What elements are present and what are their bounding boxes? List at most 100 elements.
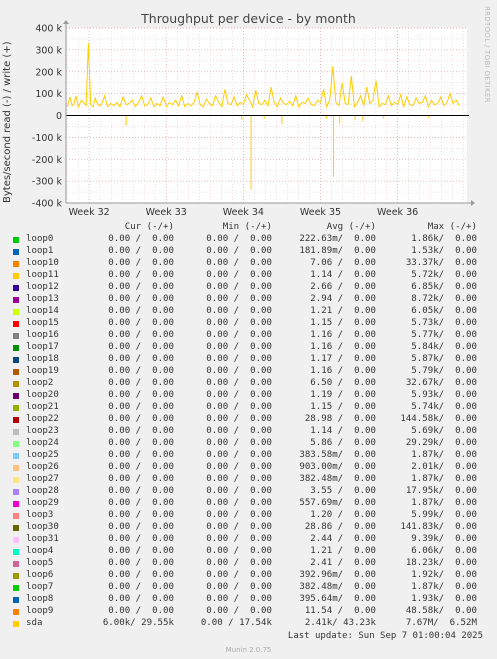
legend-name: loop18 <box>26 354 59 364</box>
legend-swatch <box>13 621 19 627</box>
legend-name: loop19 <box>26 366 59 376</box>
legend-swatch <box>13 393 19 399</box>
legend-cur: 0.00 / 0.00 <box>108 438 174 448</box>
legend-name: loop0 <box>26 234 54 244</box>
legend-min: 0.00 / 0.00 <box>206 522 272 532</box>
legend-cur: 0.00 / 0.00 <box>108 546 174 556</box>
legend-avg: 3.55 / 0.00 <box>310 486 376 496</box>
legend-max: 33.37k/ 0.00 <box>405 258 477 268</box>
legend-row: loop0 0.00 / 0.00 0.00 / 0.00 222.63m/ 0.00… <box>12 234 492 246</box>
legend-name: loop9 <box>26 606 54 616</box>
legend-max: 1.87k/ 0.00 <box>411 474 477 484</box>
legend-row: loop2 0.00 / 0.00 0.00 / 0.00 6.50 / 0.00 32… <box>12 378 492 390</box>
legend-swatch <box>13 261 19 267</box>
header-cur: Cur (-/+) <box>124 222 174 232</box>
y-tick-label: -200 k <box>32 155 63 166</box>
legend-avg: 2.66 / 0.00 <box>310 282 376 292</box>
legend-swatch <box>13 561 19 567</box>
legend-max: 6.85k/ 0.00 <box>411 282 477 292</box>
legend-min: 0.00 / 0.00 <box>206 318 272 328</box>
y-tick-label: 0 <box>56 111 62 122</box>
legend-min: 0.00 / 0.00 <box>206 582 272 592</box>
legend-swatch <box>13 333 19 339</box>
legend-row: loop20 0.00 / 0.00 0.00 / 0.00 1.19 / 0.00 5… <box>12 390 492 402</box>
legend-swatch <box>13 453 19 459</box>
legend-avg: 1.19 / 0.00 <box>310 390 376 400</box>
y-tick-label: 200 k <box>35 67 62 78</box>
throughput-chart: -400 k -300 k -200 k -100 k 0 100 k 200 k 300 k… <box>32 20 475 218</box>
legend-swatch <box>13 321 19 327</box>
legend-swatch <box>13 357 19 363</box>
legend-min: 0.00 / 0.00 <box>206 534 272 544</box>
legend-cur: 0.00 / 0.00 <box>108 354 174 364</box>
legend-avg: 382.48m/ 0.00 <box>299 582 376 592</box>
legend-cur: 0.00 / 0.00 <box>108 366 174 376</box>
legend-swatch <box>13 369 19 375</box>
legend-name: sda <box>26 618 43 628</box>
legend-swatch <box>13 417 19 423</box>
legend-min: 0.00 / 0.00 <box>206 594 272 604</box>
legend-table: Cur (-/+) Min (-/+) Avg (-/+) Max (-/+) … <box>12 222 492 630</box>
legend-avg: 2.94 / 0.00 <box>310 294 376 304</box>
legend-avg: 903.00m/ 0.00 <box>299 462 376 472</box>
y-tick-label: 300 k <box>35 45 62 56</box>
legend-name: loop17 <box>26 342 59 352</box>
legend-min: 0.00 / 0.00 <box>206 558 272 568</box>
legend-min: 0.00 / 0.00 <box>206 426 272 436</box>
legend-cur: 0.00 / 0.00 <box>108 234 174 244</box>
x-tick-label: Week 33 <box>146 207 187 218</box>
legend-cur: 0.00 / 0.00 <box>108 522 174 532</box>
legend-swatch <box>13 573 19 579</box>
x-axis-arrow <box>471 200 475 206</box>
legend-min: 0.00 / 0.00 <box>206 246 272 256</box>
legend-min: 0.00 / 0.00 <box>206 342 272 352</box>
legend-min: 0.00 / 0.00 <box>206 606 272 616</box>
legend-avg: 2.44 / 0.00 <box>310 534 376 544</box>
legend-cur: 0.00 / 0.00 <box>108 402 174 412</box>
legend-avg: 1.15 / 0.00 <box>310 402 376 412</box>
legend-avg: 5.86 / 0.00 <box>310 438 376 448</box>
legend-min: 0.00 / 17.54k <box>200 618 272 628</box>
legend-row: sda 6.00k/ 29.55k 0.00 / 17.54k 2.41k/ 43.2… <box>12 618 492 630</box>
legend-name: loop2 <box>26 378 54 388</box>
legend-name: loop21 <box>26 402 59 412</box>
legend-avg: 28.86 / 0.00 <box>304 522 376 532</box>
y-axis-arrow <box>63 20 69 24</box>
legend-row: loop4 0.00 / 0.00 0.00 / 0.00 1.21 / 0.00 6.… <box>12 546 492 558</box>
legend-row: loop9 0.00 / 0.00 0.00 / 0.00 11.54 / 0.00 4… <box>12 606 492 618</box>
legend-row: loop23 0.00 / 0.00 0.00 / 0.00 1.14 / 0.00 5… <box>12 426 492 438</box>
legend-max: 5.93k/ 0.00 <box>411 390 477 400</box>
legend-row: loop11 0.00 / 0.00 0.00 / 0.00 1.14 / 0.00 5… <box>12 270 492 282</box>
legend-row: loop17 0.00 / 0.00 0.00 / 0.00 1.16 / 0.00 5… <box>12 342 492 354</box>
legend-min: 0.00 / 0.00 <box>206 330 272 340</box>
legend-cur: 0.00 / 0.00 <box>108 498 174 508</box>
legend-cur: 0.00 / 0.00 <box>108 246 174 256</box>
legend-name: loop27 <box>26 474 59 484</box>
legend-swatch <box>13 465 19 471</box>
legend-max: 17.95k/ 0.00 <box>405 486 477 496</box>
legend-min: 0.00 / 0.00 <box>206 438 272 448</box>
legend-swatch <box>13 489 19 495</box>
legend-max: 5.79k/ 0.00 <box>411 366 477 376</box>
legend-avg: 395.64m/ 0.00 <box>299 594 376 604</box>
legend-row: loop18 0.00 / 0.00 0.00 / 0.00 1.17 / 0.00 5… <box>12 354 492 366</box>
legend-cur: 0.00 / 0.00 <box>108 378 174 388</box>
legend-name: loop7 <box>26 582 54 592</box>
legend-row: loop3 0.00 / 0.00 0.00 / 0.00 1.20 / 0.00 5.… <box>12 510 492 522</box>
legend-avg: 392.96m/ 0.00 <box>299 570 376 580</box>
legend-row: loop15 0.00 / 0.00 0.00 / 0.00 1.15 / 0.00 5… <box>12 318 492 330</box>
legend-name: loop12 <box>26 282 59 292</box>
legend-row: loop21 0.00 / 0.00 0.00 / 0.00 1.15 / 0.00 5… <box>12 402 492 414</box>
legend-cur: 0.00 / 0.00 <box>108 342 174 352</box>
legend-max: 1.53k/ 0.00 <box>411 246 477 256</box>
legend-name: loop20 <box>26 390 59 400</box>
legend-avg: 1.14 / 0.00 <box>310 426 376 436</box>
legend-cur: 0.00 / 0.00 <box>108 318 174 328</box>
legend-cur: 0.00 / 0.00 <box>108 534 174 544</box>
legend-min: 0.00 / 0.00 <box>206 498 272 508</box>
legend-cur: 0.00 / 0.00 <box>108 486 174 496</box>
legend-avg: 11.54 / 0.00 <box>304 606 376 616</box>
legend-swatch <box>13 381 19 387</box>
legend-name: loop28 <box>26 486 59 496</box>
legend-row: loop7 0.00 / 0.00 0.00 / 0.00 382.48m/ 0.00… <box>12 582 492 594</box>
